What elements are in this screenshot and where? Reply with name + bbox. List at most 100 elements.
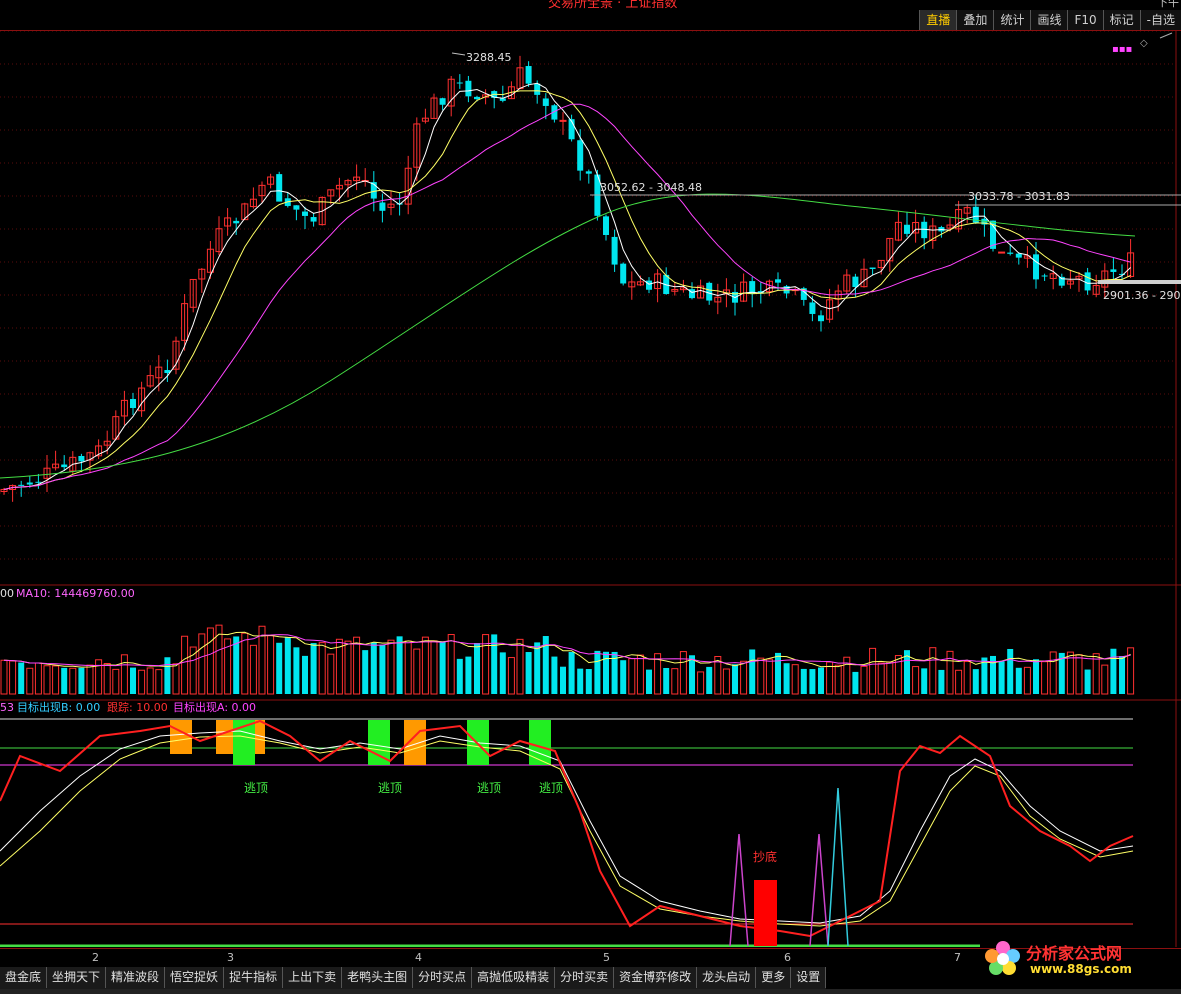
candle-body-down	[534, 83, 541, 95]
volume-bar-down	[818, 667, 824, 694]
indicator-legend-track: 跟踪: 10.00	[107, 700, 168, 714]
volume-bar-down	[1033, 659, 1039, 694]
volume-bar-down	[921, 668, 928, 694]
tab-fenshimaidian[interactable]: 分时买点	[413, 967, 473, 988]
volume-bar-down	[938, 669, 945, 694]
chart-area[interactable]: 3288.45 3052.62 - 3048.48 3033.78 - 3031…	[0, 31, 1181, 947]
volume-bar-up	[413, 648, 421, 695]
ma-magenta-line	[3, 103, 1131, 490]
tab-zijinboyi[interactable]: 资金博弈修改	[614, 967, 698, 988]
toolbar-watchlist-button[interactable]: -自选	[1139, 10, 1181, 30]
indicator-red-line	[0, 719, 1134, 938]
escape-top-label-3: 逃顶	[477, 781, 501, 795]
candle-body-down	[809, 302, 816, 314]
volume-bar-down	[1084, 669, 1091, 694]
volume-bar-down	[439, 641, 446, 694]
candle-body-down	[646, 280, 652, 290]
volume-bar-down	[551, 656, 558, 694]
volume-bar-down	[1119, 656, 1125, 694]
volume-bar-down	[302, 655, 308, 694]
toolbar-stats-button[interactable]: 统计	[993, 10, 1031, 30]
volume-bar-down	[18, 662, 25, 694]
escape-top-label-2: 逃顶	[378, 781, 402, 795]
volume-bar-down	[560, 666, 566, 694]
toolbar-live-button[interactable]: 直播	[919, 10, 957, 30]
volume-bar-up	[860, 665, 868, 695]
tab-wukongzhuoyao[interactable]: 悟空捉妖	[165, 967, 225, 988]
candle-body-down	[611, 236, 618, 265]
volume-bar-up	[1075, 654, 1083, 695]
toolbar-f10-button[interactable]: F10	[1067, 10, 1103, 30]
escape-top-label-4: 逃顶	[539, 781, 563, 795]
watermark: 分析家公式网 www.88gs.com	[982, 936, 1178, 982]
toolbar: 直播 叠加 统计 画线 F10 标记 -自选	[919, 10, 1181, 30]
volume-bar-up	[869, 647, 877, 695]
status-strip	[0, 989, 1181, 994]
tab-shangchuxiamai[interactable]: 上出下卖	[283, 967, 343, 988]
volume-bar-up	[765, 658, 773, 695]
indicator-panel[interactable]: 53 目标出现B: 0.00 跟踪: 10.00 目标出现A: 0.00 抄底 …	[0, 700, 1134, 947]
bottom-signal-bar	[754, 880, 777, 946]
volume-bar-up	[722, 668, 730, 695]
volume-bar-down	[800, 668, 807, 694]
volume-bar-down	[164, 657, 171, 694]
candle-body-down	[1110, 269, 1117, 272]
volume-bar-up	[327, 653, 335, 695]
candlesticks	[0, 55, 1135, 502]
tab-panjindi[interactable]: 盘金底	[0, 967, 48, 988]
volume-bar-up	[757, 657, 765, 695]
signal-block-orange	[170, 720, 192, 754]
candle-body-down	[18, 484, 25, 486]
volume-bar-down	[465, 656, 472, 694]
tab-fenshimaimai[interactable]: 分时买卖	[555, 967, 615, 988]
volume-bar-up	[267, 635, 275, 695]
volume-bar-up	[404, 640, 412, 695]
volume-bar-down	[809, 669, 816, 694]
tab-jingzhunboduan[interactable]: 精准波段	[106, 967, 166, 988]
volume-bar-up	[740, 660, 748, 695]
toolbar-draw-line-button[interactable]: 画线	[1030, 10, 1068, 30]
tab-zuoyongtianxia[interactable]: 坐拥天下	[47, 967, 107, 988]
toolbar-mark-button[interactable]: 标记	[1102, 10, 1140, 30]
volume-bar-up	[189, 646, 197, 695]
volume-bar-up	[929, 647, 937, 695]
tab-more[interactable]: 更多	[756, 967, 792, 988]
low-price-label: 2901.36 - 290	[1103, 289, 1180, 302]
volume-bar-up	[421, 636, 429, 695]
x-tick-3: 4	[415, 951, 422, 964]
volume-bar-down	[706, 666, 713, 694]
tab-gaopaodixi[interactable]: 高抛低吸精装	[472, 967, 556, 988]
candle-body-down	[775, 279, 781, 283]
volume-bar-down	[396, 636, 403, 694]
tab-longtouqidong[interactable]: 龙头启动	[697, 967, 757, 988]
volume-bar-up	[172, 663, 180, 695]
tab-zhuoniuzhibiao[interactable]: 捉牛指标	[224, 967, 284, 988]
toolbar-overlay-button[interactable]: 叠加	[956, 10, 994, 30]
volume-bar-down	[732, 664, 738, 694]
volume-bar-up	[912, 666, 920, 695]
indicator-tab-bar: 盘金底 坐拥天下 精准波段 悟空捉妖 捉牛指标 上出下卖 老鸭头主图 分时买点 …	[0, 967, 827, 989]
volume-bar-up	[249, 644, 257, 695]
volume-bar-down	[310, 643, 317, 694]
tab-settings[interactable]: 设置	[791, 967, 827, 988]
volume-bar-down	[689, 655, 695, 694]
volume-panel[interactable]: 00 MA10: 144469760.00	[0, 587, 1135, 695]
tab-laoyatouzhutu[interactable]: 老鸭头主图	[342, 967, 414, 988]
signal-block	[529, 720, 551, 765]
candle-body-up	[998, 251, 1006, 254]
volume-bar-up	[241, 632, 249, 695]
volume-bar-up	[181, 635, 189, 695]
volume-bar-down	[379, 644, 386, 694]
volume-bar-up	[1041, 661, 1049, 695]
candle-body-down	[1041, 275, 1048, 277]
x-tick-5: 6	[784, 951, 791, 964]
volume-bar-down	[1015, 667, 1022, 694]
candle-body-down	[293, 205, 300, 210]
volume-bar-up	[697, 671, 705, 695]
price-panel[interactable]: 3288.45 3052.62 - 3048.48 3033.78 - 3031…	[0, 32, 1181, 502]
volume-bar-up	[52, 665, 60, 695]
volume-bar-up	[120, 654, 128, 695]
diamond-icon[interactable]: ◇	[1140, 38, 1148, 49]
candle-body-down	[818, 315, 824, 322]
grid	[0, 31, 1176, 560]
